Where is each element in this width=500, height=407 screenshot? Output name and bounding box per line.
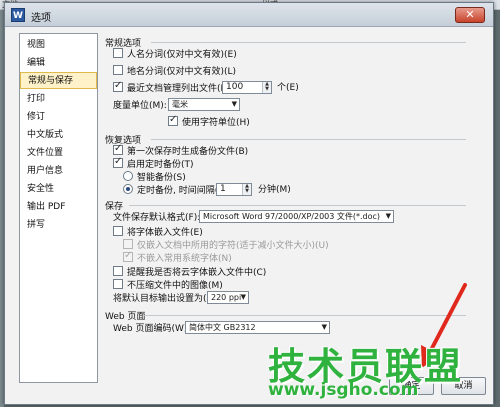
watermark-url: www.jsgho.com bbox=[268, 380, 419, 400]
